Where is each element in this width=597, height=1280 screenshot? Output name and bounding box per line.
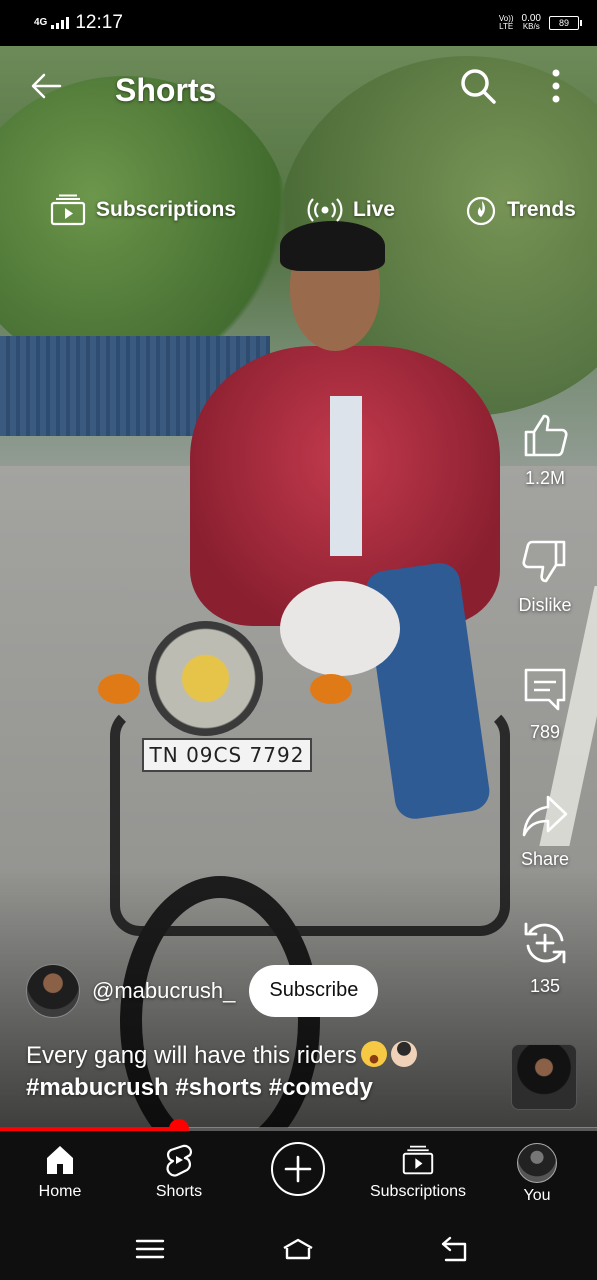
chip-label: Subscriptions bbox=[96, 198, 237, 221]
shorts-filter-chips: Subscriptions Live Trends bbox=[0, 185, 597, 235]
chip-subscriptions[interactable]: Subscriptions bbox=[50, 185, 236, 235]
channel-handle[interactable]: @mabucrush_ bbox=[92, 978, 235, 1004]
comment-count: 789 bbox=[529, 722, 561, 742]
share-button[interactable]: Share bbox=[500, 791, 590, 870]
subscriptions-icon bbox=[50, 194, 86, 226]
shorts-icon bbox=[166, 1144, 192, 1177]
video-caption[interactable]: Every gang will have this riders #mabucr… bbox=[26, 1040, 496, 1104]
motorbike-tank bbox=[280, 581, 400, 676]
nav-label: Shorts bbox=[155, 1183, 203, 1200]
caption-hashtags[interactable]: #mabucrush #shorts #comedy bbox=[26, 1072, 496, 1104]
laughing-emoji-icon bbox=[360, 1041, 387, 1067]
chip-live[interactable]: Live bbox=[307, 185, 395, 235]
home-icon bbox=[47, 1146, 73, 1174]
remix-count: 135 bbox=[529, 976, 561, 996]
facepalm-emoji-icon bbox=[390, 1041, 417, 1067]
sound-thumbnail[interactable] bbox=[511, 1044, 577, 1110]
signal-icon bbox=[51, 17, 70, 29]
dislike-button[interactable]: Dislike bbox=[500, 537, 590, 616]
page-title: Shorts bbox=[115, 72, 217, 108]
lte-label: LTE bbox=[499, 22, 514, 31]
status-bar: 4G 12:17 Vo)) LTE 0.00 KB/s 89 bbox=[0, 0, 597, 46]
thumbs-up-icon bbox=[524, 414, 568, 457]
create-button[interactable] bbox=[271, 1142, 325, 1196]
chip-label: Live bbox=[353, 198, 396, 221]
channel-avatar[interactable] bbox=[26, 963, 80, 1018]
nav-label: You bbox=[523, 1187, 551, 1204]
arrow-left-icon[interactable] bbox=[28, 68, 64, 104]
nav-label: Home bbox=[38, 1183, 82, 1200]
rider-tshirt bbox=[330, 396, 362, 556]
nav-subscriptions[interactable]: Subscriptions bbox=[358, 1131, 478, 1218]
create-icon bbox=[284, 1155, 312, 1183]
bottom-navigation: Home Shorts Subscriptions You bbox=[0, 1131, 597, 1218]
like-count: 1.2M bbox=[524, 468, 566, 488]
thumbs-down-icon bbox=[522, 540, 566, 583]
nav-home[interactable]: Home bbox=[0, 1131, 120, 1218]
trends-icon bbox=[466, 196, 496, 226]
share-label: Share bbox=[520, 849, 570, 869]
search-icon[interactable] bbox=[458, 66, 498, 106]
recent-apps-icon[interactable] bbox=[133, 1232, 167, 1266]
more-vertical-icon[interactable] bbox=[540, 66, 572, 106]
network-type: 4G bbox=[34, 17, 48, 28]
subscribe-button[interactable]: Subscribe bbox=[249, 964, 379, 1017]
indicator-light bbox=[98, 674, 140, 704]
indicator-light bbox=[310, 674, 352, 704]
nav-label: Subscriptions bbox=[369, 1183, 467, 1200]
avatar bbox=[517, 1143, 557, 1183]
speed-unit: KB/s bbox=[522, 22, 540, 31]
battery-icon: 89 bbox=[549, 16, 582, 30]
chip-trends[interactable]: Trends bbox=[465, 185, 576, 235]
comment-icon bbox=[524, 668, 566, 711]
nav-you[interactable]: You bbox=[477, 1131, 597, 1218]
remix-icon bbox=[524, 922, 566, 964]
back-icon[interactable] bbox=[438, 1232, 472, 1266]
subscriptions-icon bbox=[402, 1145, 434, 1175]
channel-row: @mabucrush_ Subscribe bbox=[26, 963, 379, 1018]
system-navigation-bar bbox=[0, 1218, 597, 1280]
share-icon bbox=[522, 795, 568, 837]
nav-shorts[interactable]: Shorts bbox=[119, 1131, 239, 1218]
home-gesture-icon[interactable] bbox=[281, 1232, 315, 1266]
live-icon bbox=[307, 198, 343, 222]
chip-label: Trends bbox=[507, 198, 576, 221]
network-speed: 0.00 KB/s bbox=[522, 14, 541, 31]
comments-button[interactable]: 789 bbox=[500, 664, 590, 743]
battery-level: 89 bbox=[558, 18, 569, 28]
like-button[interactable]: 1.2M bbox=[500, 410, 590, 489]
license-plate: TN 09CS 7792 bbox=[142, 738, 312, 772]
volte-indicator: Vo)) LTE bbox=[499, 15, 514, 31]
shorts-header: Shorts bbox=[0, 46, 597, 136]
clock: 12:17 bbox=[75, 12, 123, 33]
motorbike-headlight bbox=[148, 621, 263, 736]
caption-text: Every gang will have this riders bbox=[26, 1042, 357, 1069]
remix-button[interactable]: 135 bbox=[500, 918, 590, 997]
dislike-label: Dislike bbox=[518, 595, 572, 615]
